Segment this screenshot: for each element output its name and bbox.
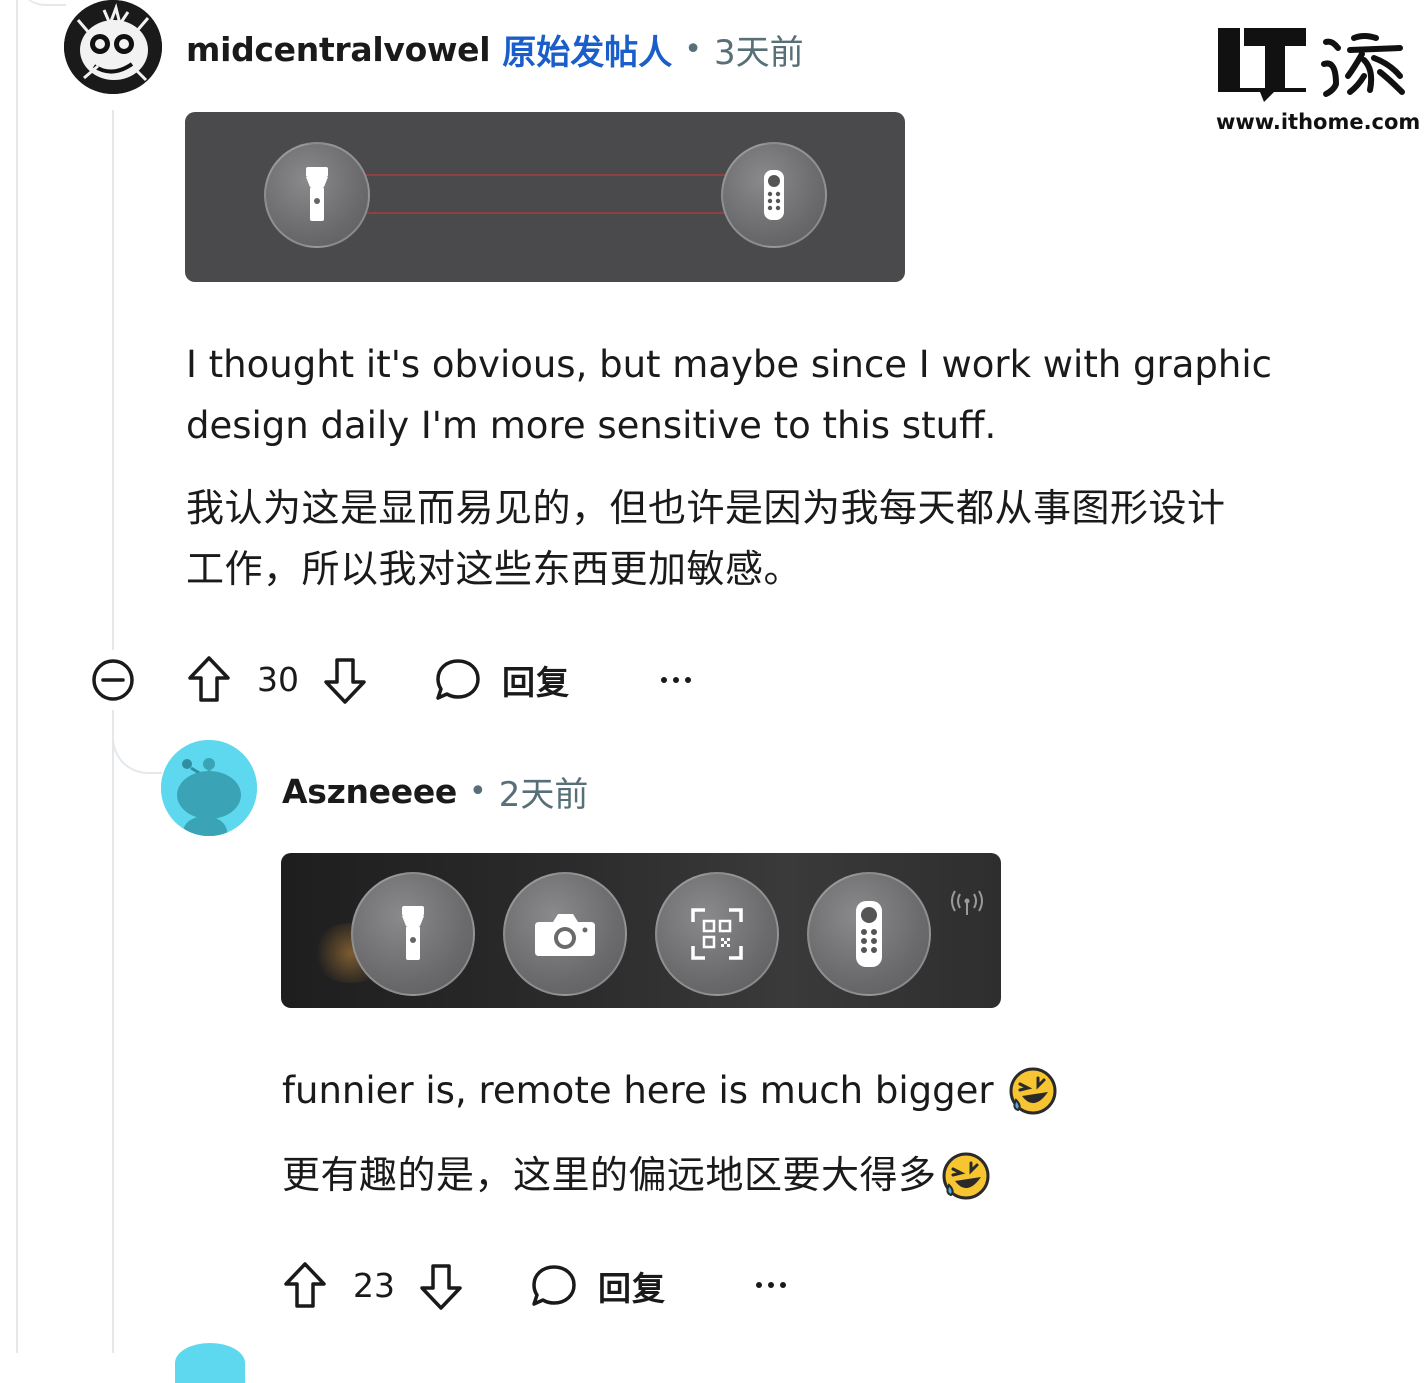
- downvote-button[interactable]: [322, 656, 368, 706]
- reply-label: 回复: [598, 1269, 666, 1308]
- upvote-arrow-icon: [284, 1262, 326, 1308]
- body-cn-line: 工作，所以我对这些东西更加敏感。: [186, 547, 803, 591]
- comment-header: Aszneeee • 2天前: [282, 766, 588, 816]
- downvote-arrow-icon: [324, 658, 366, 704]
- flashlight-button: [351, 872, 475, 996]
- more-dots-icon: [661, 677, 691, 683]
- comment-bubble-icon: [436, 659, 480, 700]
- timestamp: 2天前: [498, 774, 589, 815]
- downvote-arrow-icon: [420, 1264, 462, 1310]
- body-en-line: design daily I'm more sensitive to this …: [186, 404, 997, 447]
- qr-scan-button: [655, 872, 779, 996]
- thread-line-root: [16, 0, 18, 1353]
- thread-line-comment1-lower: [112, 710, 114, 1353]
- avatar[interactable]: [161, 740, 257, 836]
- more-options-button[interactable]: [751, 1265, 791, 1305]
- vote-count: 30: [257, 660, 299, 699]
- remote-button: [807, 872, 931, 996]
- remote-button: [721, 142, 827, 248]
- qr-scan-icon: [691, 908, 743, 960]
- more-dots-icon: [756, 1282, 786, 1288]
- ithome-logo: www.ithome.com: [1214, 24, 1420, 136]
- body-cn-line: 我认为这是显而易见的，但也许是因为我每天都从事图形设计: [186, 486, 1226, 530]
- comment-bubble-icon: [532, 1265, 576, 1306]
- avatar[interactable]: [64, 0, 162, 94]
- thread-connector-reply: [112, 712, 162, 774]
- ithome-logo-mark: [1218, 28, 1405, 102]
- timestamp: 3天前: [713, 32, 804, 73]
- reply-button[interactable]: 回复: [530, 1262, 666, 1310]
- camera-icon: [535, 914, 595, 956]
- upvote-button[interactable]: [186, 654, 232, 704]
- author-name[interactable]: Aszneeee: [282, 772, 457, 811]
- thread-connector-top: [16, 0, 66, 6]
- camera-button: [503, 872, 627, 996]
- comment-body-en: I thought it's obvious, but maybe since …: [186, 334, 1366, 456]
- vote-count: 23: [353, 1266, 395, 1305]
- op-badge: 原始发帖人: [502, 32, 673, 73]
- comment-image[interactable]: [281, 853, 1001, 1008]
- flashlight-icon: [402, 906, 424, 960]
- more-options-button[interactable]: [656, 660, 696, 700]
- body-en-text: funnier is, remote here is much bigger: [282, 1069, 994, 1112]
- separator-dot: •: [469, 773, 487, 809]
- avatar-illustration: [64, 0, 162, 94]
- snoo-avatar-icon: [161, 740, 257, 836]
- reply-label: 回复: [502, 663, 570, 702]
- comment-image[interactable]: [185, 112, 905, 282]
- collapse-minus-icon: [92, 659, 134, 701]
- wireless-icon: [951, 890, 983, 915]
- rofl-emoji-icon: [1008, 1066, 1058, 1116]
- next-comment-avatar[interactable]: [175, 1343, 245, 1383]
- rofl-emoji-graphic: [942, 1152, 990, 1199]
- downvote-button[interactable]: [418, 1262, 464, 1312]
- remote-control-icon: [764, 170, 784, 220]
- comment-body-cn: 更有趣的是，这里的偏远地区要大得多: [282, 1145, 991, 1206]
- rofl-emoji-graphic: [1009, 1067, 1057, 1114]
- upvote-arrow-icon: [188, 656, 230, 702]
- reply-button[interactable]: 回复: [434, 656, 570, 704]
- comment-body-cn: 我认为这是显而易见的，但也许是因为我每天都从事图形设计 工作，所以我对这些东西更…: [186, 478, 1386, 600]
- remote-control-icon: [856, 901, 882, 967]
- ithome-url: www.ithome.com: [1216, 110, 1421, 134]
- author-name[interactable]: midcentralvowel: [186, 30, 491, 69]
- flashlight-icon: [306, 167, 328, 221]
- comment-body-en: funnier is, remote here is much bigger: [282, 1060, 1058, 1121]
- rofl-emoji-icon: [941, 1151, 991, 1201]
- comment-header: midcentralvowel 原始发帖人 • 3天前: [186, 24, 804, 74]
- body-en-line: I thought it's obvious, but maybe since …: [186, 343, 1272, 386]
- body-cn-text: 更有趣的是，这里的偏远地区要大得多: [282, 1153, 937, 1197]
- thread-line-comment1: [112, 110, 114, 650]
- upvote-button[interactable]: [282, 1260, 328, 1310]
- flashlight-button: [264, 142, 370, 248]
- collapse-button[interactable]: [90, 657, 136, 703]
- separator-dot: •: [684, 31, 702, 67]
